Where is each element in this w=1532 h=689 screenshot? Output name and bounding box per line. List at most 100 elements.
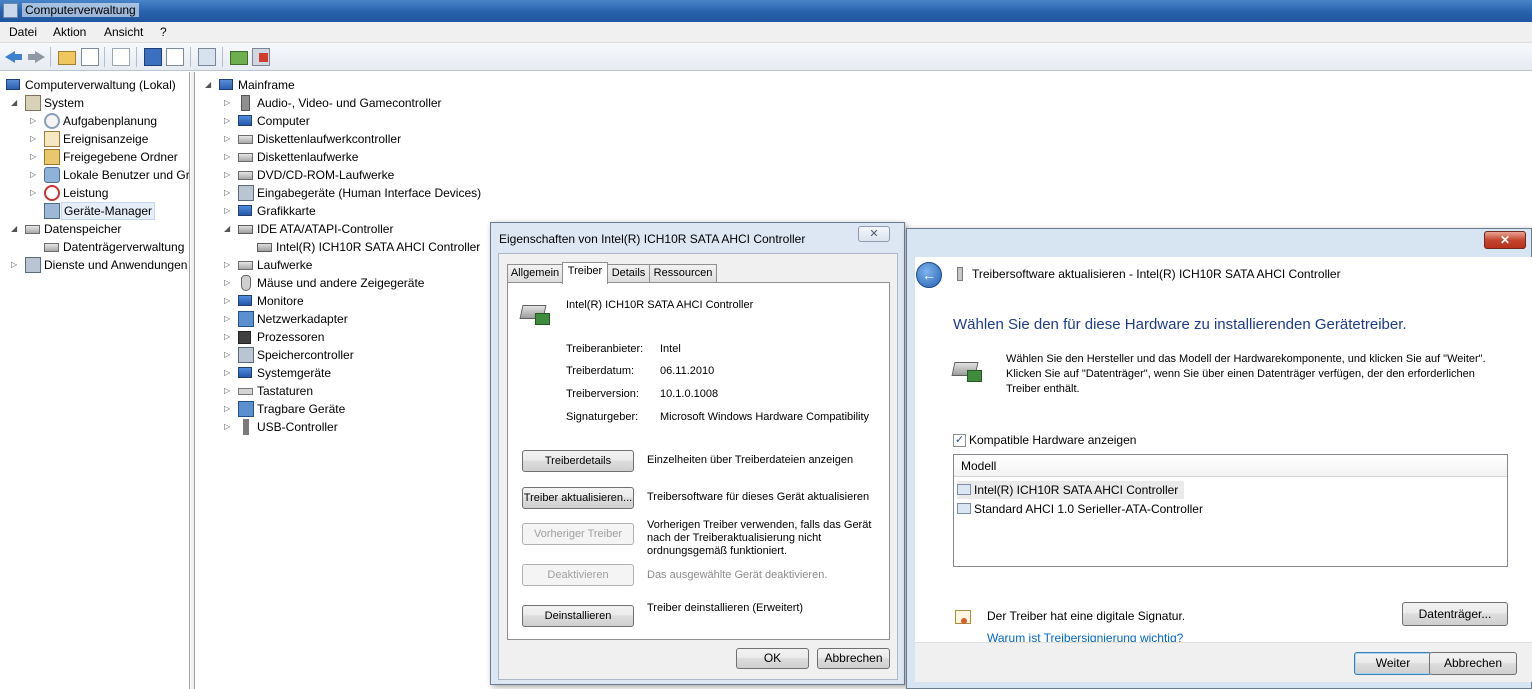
- computer-icon: [219, 79, 233, 90]
- monitor-icon: [238, 295, 252, 306]
- hardware-icon: [953, 358, 983, 382]
- cancel-button[interactable]: Abbrechen: [817, 648, 890, 669]
- expand-arrow-icon[interactable]: ▷: [224, 166, 234, 184]
- compatible-hardware-checkbox[interactable]: ✓: [953, 434, 966, 447]
- users-icon: [44, 167, 60, 183]
- expand-arrow-icon[interactable]: ▷: [224, 274, 234, 292]
- collapse-arrow-icon[interactable]: ◢: [11, 94, 21, 112]
- dialog-title: Eigenschaften von Intel(R) ICH10R SATA A…: [499, 232, 806, 246]
- console-tree: Computerverwaltung (Lokal) ◢ System ▷ Au…: [0, 72, 190, 689]
- list-item[interactable]: Intel(R) ICH10R SATA AHCI Controller: [957, 481, 1185, 499]
- expand-arrow-icon[interactable]: ▷: [11, 256, 21, 274]
- forward-arrow-icon[interactable]: [27, 48, 45, 66]
- title-bar: Computerverwaltung: [0, 0, 1532, 22]
- expand-arrow-icon[interactable]: ▷: [224, 130, 234, 148]
- expand-arrow-icon[interactable]: ▷: [30, 184, 40, 202]
- tab-allgemein[interactable]: Allgemein: [507, 264, 563, 283]
- expand-arrow-icon[interactable]: ▷: [224, 400, 234, 418]
- window-title: Computerverwaltung: [22, 3, 139, 17]
- wizard-title: Treibersoftware aktualisieren - Intel(R)…: [972, 267, 1341, 281]
- expand-arrow-icon[interactable]: ▷: [30, 148, 40, 166]
- expand-arrow-icon[interactable]: ▷: [224, 382, 234, 400]
- field-label: Treiberdatum:: [566, 365, 635, 377]
- device-small-icon: [957, 267, 963, 281]
- system-devices-icon: [238, 367, 252, 378]
- menu-ansicht[interactable]: Ansicht: [104, 25, 143, 39]
- expand-arrow-icon[interactable]: ▷: [224, 364, 234, 382]
- signature-text: Der Treiber hat eine digitale Signatur.: [987, 609, 1186, 623]
- have-disk-button[interactable]: Datenträger...: [1402, 602, 1508, 626]
- dvd-drive-icon: [238, 171, 253, 180]
- menu-help[interactable]: ?: [160, 25, 167, 39]
- collapse-arrow-icon[interactable]: ◢: [11, 220, 21, 238]
- pane-splitter[interactable]: [191, 72, 195, 689]
- expand-arrow-icon[interactable]: ▷: [224, 310, 234, 328]
- next-button[interactable]: Weiter: [1354, 652, 1432, 675]
- storage-controller-icon: [238, 347, 254, 363]
- driver-tab-pane: Intel(R) ICH10R SATA AHCI Controller Tre…: [507, 282, 890, 640]
- uninstall-device-icon[interactable]: [252, 48, 270, 66]
- model-list[interactable]: Modell Intel(R) ICH10R SATA AHCI Control…: [953, 454, 1508, 567]
- tab-details[interactable]: Details: [607, 264, 650, 283]
- collapse-arrow-icon[interactable]: ◢: [224, 220, 234, 238]
- disable-button[interactable]: Deaktivieren: [522, 564, 634, 586]
- expand-arrow-icon[interactable]: ▷: [30, 166, 40, 184]
- list-header[interactable]: Modell: [954, 455, 1507, 477]
- expand-arrow-icon[interactable]: ▷: [224, 292, 234, 310]
- display-adapter-icon: [238, 205, 252, 216]
- properties-icon[interactable]: [112, 48, 130, 66]
- event-viewer-icon: [44, 131, 60, 147]
- close-button[interactable]: ✕: [1484, 231, 1526, 249]
- expand-arrow-icon[interactable]: ▷: [30, 130, 40, 148]
- help-icon[interactable]: [144, 48, 162, 66]
- expand-arrow-icon[interactable]: ▷: [224, 184, 234, 202]
- expand-arrow-icon[interactable]: ▷: [224, 112, 234, 130]
- storage-icon: [25, 225, 40, 234]
- expand-arrow-icon[interactable]: ▷: [224, 328, 234, 346]
- ok-button[interactable]: OK: [736, 648, 809, 669]
- menu-aktion[interactable]: Aktion: [53, 25, 86, 39]
- collapse-arrow-icon[interactable]: ◢: [205, 76, 215, 94]
- cancel-button[interactable]: Abbrechen: [1429, 652, 1517, 675]
- list-item[interactable]: Standard AHCI 1.0 Serieller-ATA-Controll…: [957, 500, 1203, 518]
- update-driver-button[interactable]: Treiber aktualisieren...: [522, 487, 634, 509]
- scan-hardware-icon[interactable]: [198, 48, 216, 66]
- floppy-controller-icon: [238, 135, 253, 144]
- close-button[interactable]: ✕: [858, 226, 890, 242]
- toolbar-separator: [222, 47, 223, 67]
- expand-arrow-icon[interactable]: ▷: [224, 148, 234, 166]
- back-button[interactable]: ←: [916, 262, 942, 288]
- expand-arrow-icon[interactable]: ▷: [30, 112, 40, 130]
- properties-dialog: Eigenschaften von Intel(R) ICH10R SATA A…: [490, 222, 905, 685]
- keyboard-icon: [238, 388, 253, 395]
- computer-management-icon: [3, 3, 18, 18]
- computer-icon: [238, 115, 252, 126]
- driver-details-button[interactable]: Treiberdetails: [522, 450, 634, 472]
- back-arrow-icon[interactable]: [5, 48, 23, 66]
- expand-arrow-icon[interactable]: ▷: [224, 256, 234, 274]
- rollback-driver-button[interactable]: Vorheriger Treiber: [522, 523, 634, 545]
- console-tree-icon[interactable]: [81, 48, 99, 66]
- uninstall-button[interactable]: Deinstallieren: [522, 605, 634, 627]
- action-pane-icon[interactable]: [166, 48, 184, 66]
- menu-datei[interactable]: Datei: [9, 25, 37, 39]
- field-value: Intel: [660, 343, 681, 355]
- toolbar-separator: [190, 47, 191, 67]
- update-driver-icon[interactable]: [230, 51, 248, 65]
- usb-icon: [243, 419, 249, 435]
- checkbox-label[interactable]: Kompatible Hardware anzeigen: [969, 433, 1136, 447]
- tab-treiber[interactable]: Treiber: [562, 262, 608, 284]
- expand-arrow-icon[interactable]: ▷: [224, 418, 234, 436]
- expand-arrow-icon[interactable]: ▷: [224, 202, 234, 220]
- tab-ressourcen[interactable]: Ressourcen: [649, 264, 717, 283]
- update-driver-wizard: ✕ ← Treibersoftware aktualisieren - Inte…: [906, 228, 1532, 689]
- computer-icon: [6, 79, 20, 90]
- sata-controller-icon: [257, 243, 272, 252]
- expand-arrow-icon[interactable]: ▷: [224, 94, 234, 112]
- action-description: Einzelheiten über Treiberdateien anzeige…: [647, 454, 854, 466]
- expand-arrow-icon[interactable]: ▷: [224, 346, 234, 364]
- hid-icon: [238, 185, 254, 201]
- field-label: Treiberanbieter:: [566, 343, 644, 355]
- field-label: Treiberversion:: [566, 388, 639, 400]
- folder-up-icon[interactable]: [58, 51, 76, 65]
